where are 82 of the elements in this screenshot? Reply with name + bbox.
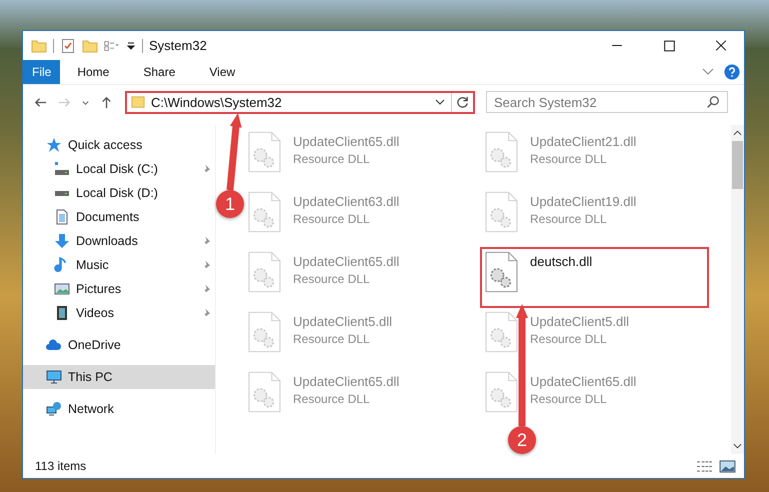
file-name: UpdateClient65.dll <box>293 254 400 269</box>
sidebar-item[interactable]: Local Disk (C:) <box>23 157 215 181</box>
file-item[interactable]: UpdateClient65.dll Resource DLL <box>482 369 707 426</box>
vertical-scrollbar[interactable] <box>731 125 744 454</box>
file-name: UpdateClient65.dll <box>293 374 400 389</box>
file-item[interactable]: UpdateClient5.dll Resource DLL <box>245 309 470 366</box>
dll-file-gears-icon <box>248 311 281 353</box>
network-icon <box>46 401 62 417</box>
document-icon <box>54 209 70 225</box>
sidebar-item[interactable]: Documents <box>23 205 215 229</box>
file-name: UpdateClient19.dll <box>530 194 636 209</box>
search-field[interactable]: Search System32 <box>486 91 728 113</box>
large-icons-view-icon[interactable] <box>719 460 736 472</box>
sidebar-item[interactable]: OneDrive <box>23 333 215 357</box>
sidebar-item[interactable]: Music <box>23 253 215 277</box>
help-icon[interactable] <box>724 64 740 80</box>
address-bar[interactable]: C:\Windows\System32 <box>125 90 475 114</box>
dll-file-gears-icon <box>248 371 281 413</box>
file-item[interactable]: UpdateClient65.dll Resource DLL <box>245 129 470 186</box>
file-item[interactable]: UpdateClient63.dll Resource DLL <box>245 189 470 246</box>
computer-monitor-icon <box>46 369 62 385</box>
scroll-up-icon[interactable] <box>733 129 742 137</box>
file-name: UpdateClient65.dll <box>293 134 400 149</box>
film-icon <box>54 305 70 321</box>
dropdown-caret-icon[interactable] <box>435 97 445 107</box>
sidebar-item[interactable]: Network <box>23 397 215 421</box>
ribbon-tab[interactable]: Share <box>126 60 192 84</box>
system-drive-icon <box>54 161 70 177</box>
folder-icon <box>131 95 145 109</box>
dll-file-gears-icon <box>248 131 281 173</box>
file-name: UpdateClient5.dll <box>530 314 630 329</box>
file-item[interactable]: UpdateClient19.dll Resource DLL <box>482 189 707 246</box>
file-item[interactable]: deutsch.dll <box>482 249 707 306</box>
expand-ribbon-icon[interactable] <box>702 68 714 76</box>
sidebar-item[interactable]: Quick access <box>23 133 215 157</box>
star-icon <box>46 137 62 153</box>
drive-icon <box>54 190 70 196</box>
file-item[interactable]: UpdateClient5.dll Resource DLL <box>482 309 707 366</box>
dll-file-gears-icon <box>485 131 518 173</box>
file-name: UpdateClient21.dll <box>530 134 636 149</box>
file-item[interactable]: UpdateClient65.dll Resource DLL <box>245 249 470 306</box>
file-type: Resource DLL <box>530 152 608 166</box>
picture-icon <box>54 281 70 297</box>
dll-file-gears-icon <box>485 251 518 293</box>
search-icon <box>706 95 720 109</box>
file-type: Resource DLL <box>293 152 371 166</box>
file-name: UpdateClient65.dll <box>530 374 636 389</box>
scroll-down-icon[interactable] <box>733 442 742 450</box>
file-type: Resource DLL <box>293 332 371 346</box>
window-title: System32 <box>149 38 207 53</box>
file-tab[interactable]: File <box>23 60 60 84</box>
file-type: Resource DLL <box>293 212 371 226</box>
ribbon-tab[interactable]: View <box>192 60 252 84</box>
download-arrow-icon <box>54 233 70 249</box>
dll-file-gears-icon <box>485 191 518 233</box>
file-type: Resource DLL <box>530 332 608 346</box>
details-view-icon[interactable] <box>696 460 713 472</box>
file-type: Resource DLL <box>530 392 608 406</box>
sidebar-item[interactable]: Local Disk (D:) <box>23 181 215 205</box>
properties-icon[interactable] <box>60 38 76 54</box>
ribbon-tab[interactable]: Home <box>60 60 126 84</box>
file-name: UpdateClient5.dll <box>293 314 392 329</box>
file-type: Resource DLL <box>293 272 371 286</box>
file-name: deutsch.dll <box>530 254 592 269</box>
address-path: C:\Windows\System32 <box>151 94 283 110</box>
customize-dropdown-icon[interactable] <box>126 40 136 50</box>
dll-file-gears-icon <box>485 371 518 413</box>
item-count: 113 items <box>35 459 86 473</box>
sidebar-item[interactable]: Videos <box>23 301 215 325</box>
sidebar-item[interactable]: This PC <box>23 365 215 389</box>
dll-file-gears-icon <box>485 311 518 353</box>
file-type: Resource DLL <box>530 212 608 226</box>
file-type: Resource DLL <box>293 392 371 406</box>
file-item[interactable]: UpdateClient65.dll Resource DLL <box>245 369 470 426</box>
sidebar-item[interactable]: Downloads <box>23 229 215 253</box>
file-item[interactable]: UpdateClient21.dll Resource DLL <box>482 129 707 186</box>
dll-file-gears-icon <box>248 191 281 233</box>
dll-file-gears-icon <box>248 251 281 293</box>
file-name: UpdateClient63.dll <box>293 194 400 209</box>
sidebar-item[interactable]: Pictures <box>23 277 215 301</box>
cloud-icon <box>46 337 62 353</box>
scrollbar-thumb[interactable] <box>732 141 743 189</box>
